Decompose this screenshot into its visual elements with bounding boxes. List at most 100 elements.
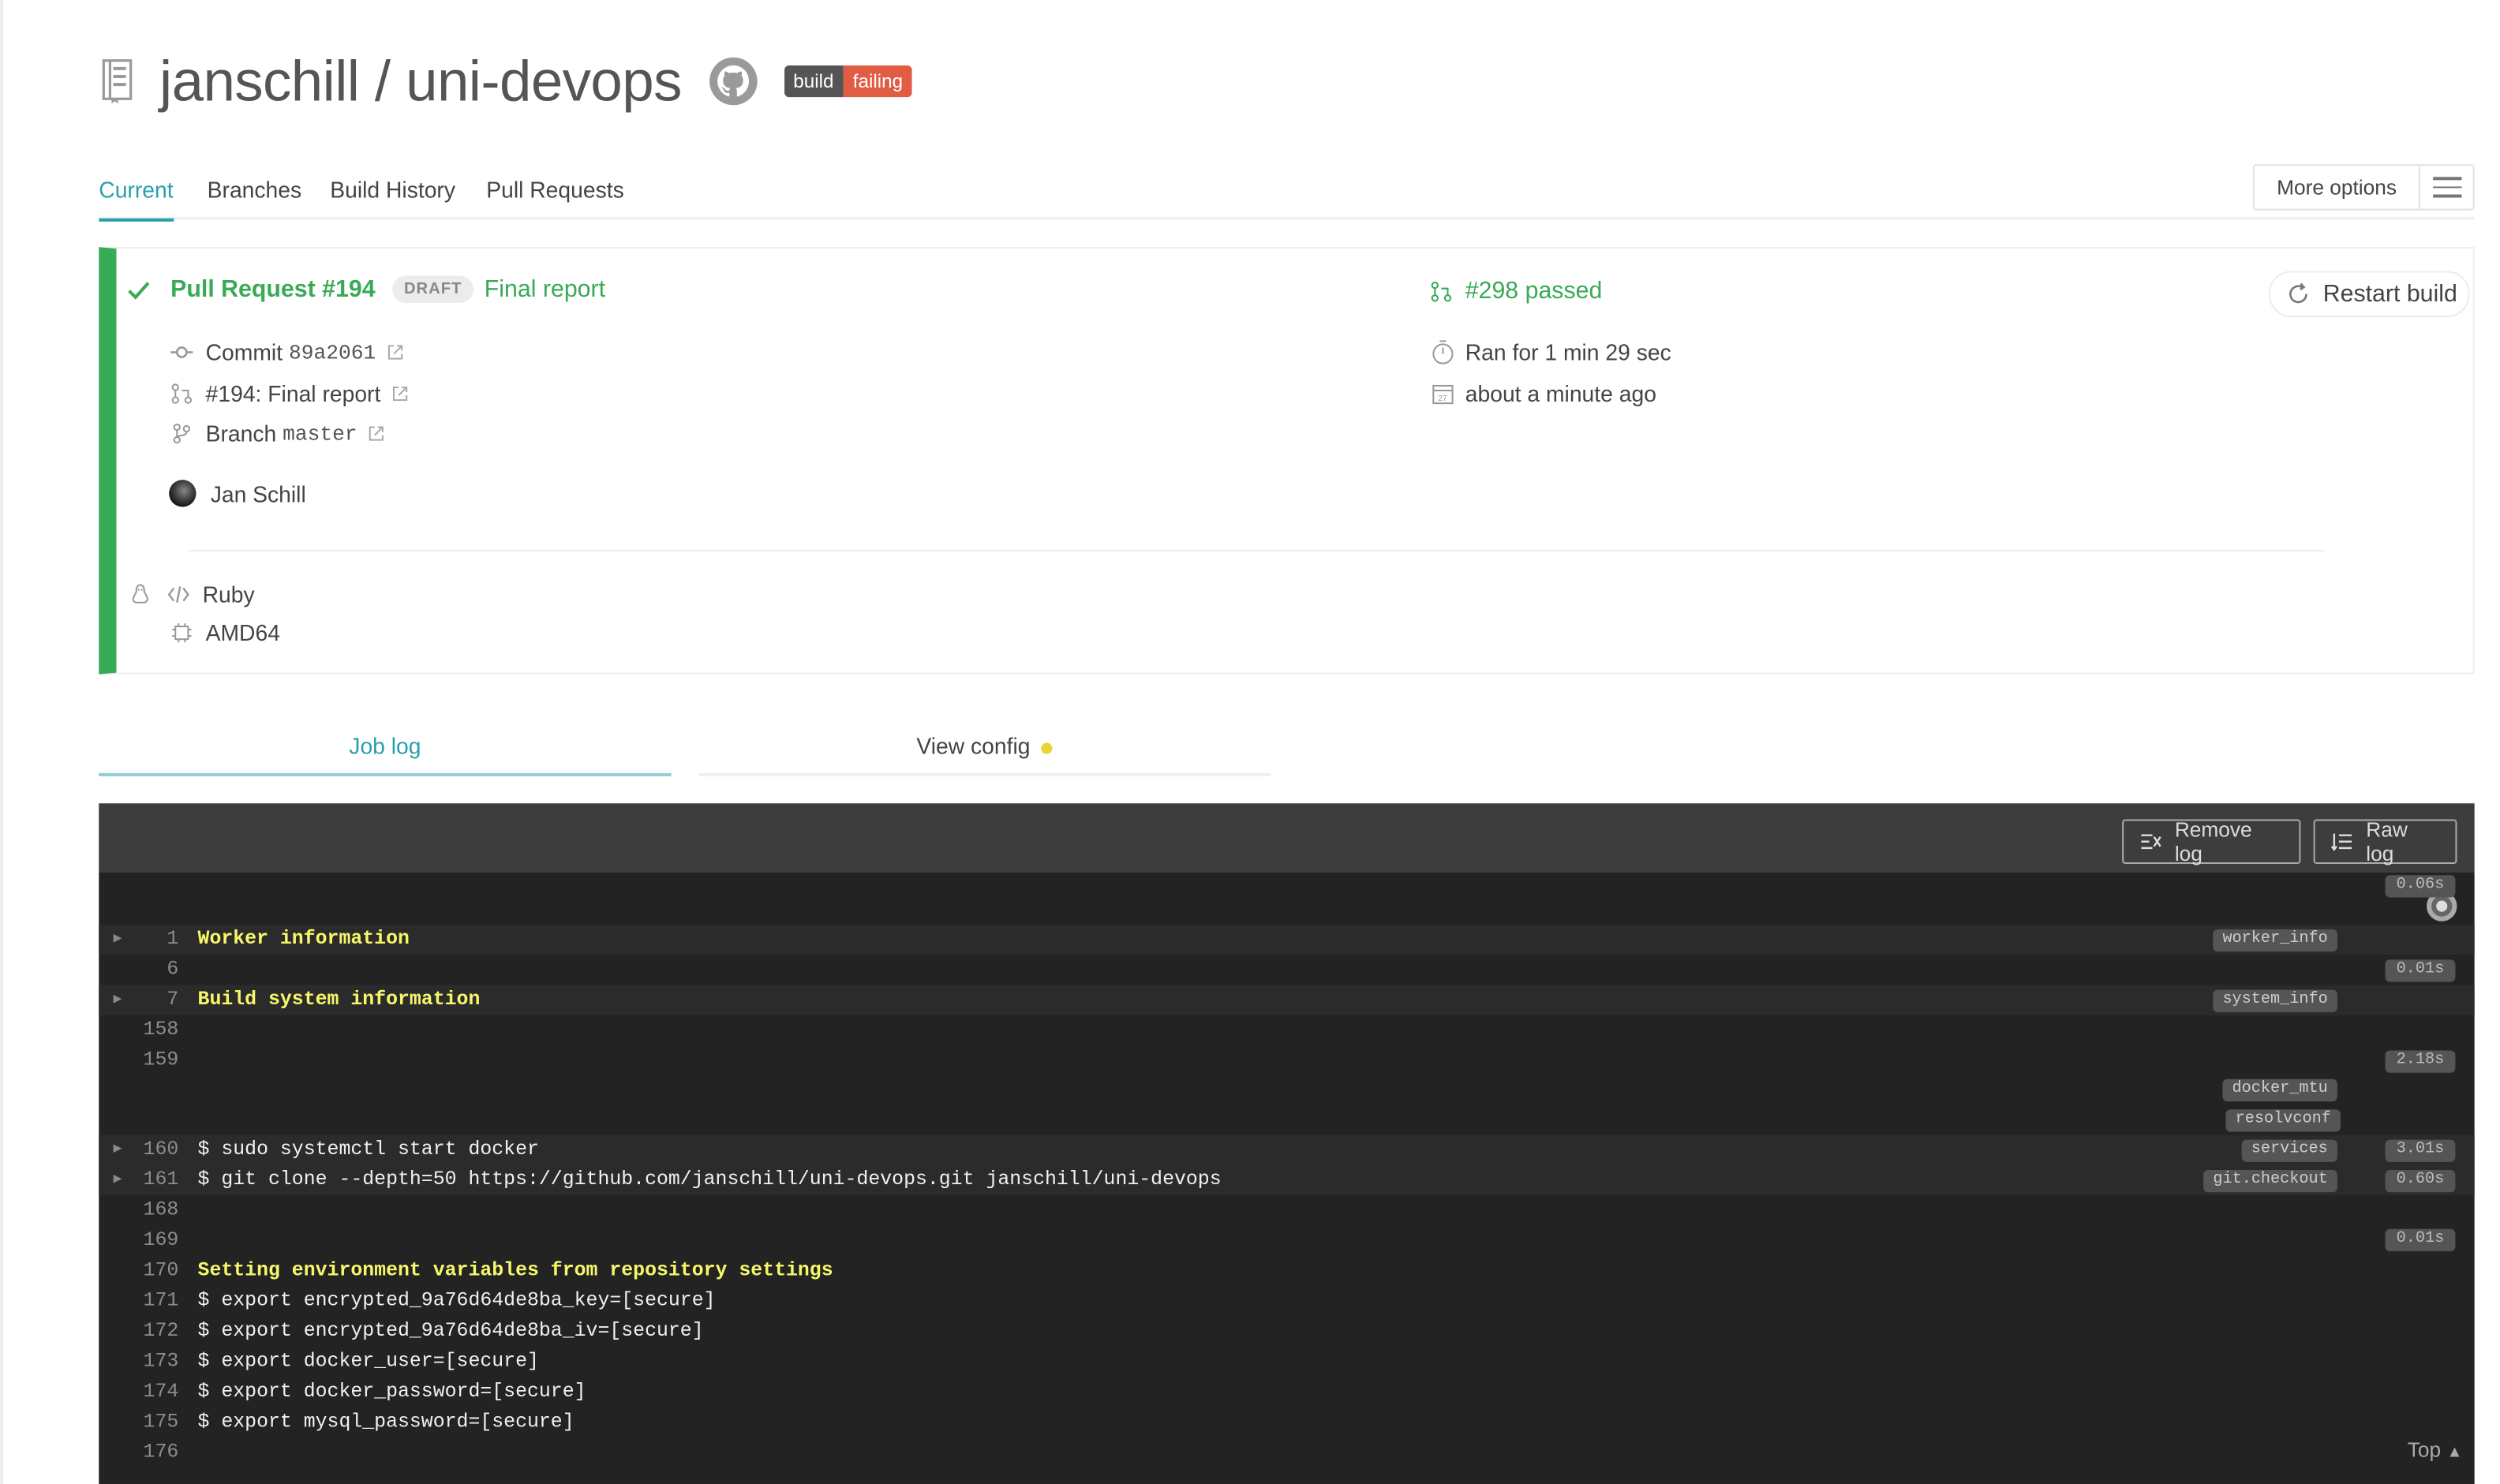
line-text: $ git clone --depth=50 https://github.co… [197,1168,1222,1191]
external-link-icon[interactable] [391,386,407,402]
pull-request-icon [1431,280,1452,301]
tab-branches[interactable]: Branches [208,177,302,219]
pull-request-icon [171,383,193,404]
line-number[interactable]: 1 [125,925,178,955]
duration-tag: 2.18s [2385,1050,2456,1073]
fold-tag: worker_info [2213,929,2337,952]
fold-arrow-icon: ▶ [113,991,122,1007]
code-icon [167,586,189,603]
line-number[interactable]: 175 [125,1407,179,1437]
repo-icon [102,59,133,104]
line-number[interactable]: 173 [125,1347,179,1377]
line-number[interactable]: 176 [125,1437,179,1467]
line-text: $ export docker_user=[secure] [197,1350,539,1373]
more-options-label: More options [2277,175,2397,200]
branch-label: Branch [205,421,277,447]
build-status-badge[interactable]: build failing [784,65,913,98]
more-options-button[interactable]: More options [2252,164,2475,211]
tab-view-config[interactable]: View config [698,717,1271,776]
line-number[interactable]: 161 [125,1165,179,1195]
line-text: $ export mysql_password=[secure] [197,1411,574,1434]
repo-tabs: Current Branches Build History Pull Requ… [99,166,2475,222]
scroll-top-button[interactable]: Top ▲ [2408,1437,2463,1461]
build-summary-card: Pull Request #194 DRAFT Final report Com… [99,247,2475,675]
fold-tag: git.checkout [2203,1169,2337,1193]
svg-text:27: 27 [1438,394,1447,403]
log-toolbar: Remove log Raw log [99,803,2475,873]
raw-log-icon [2330,833,2352,851]
log-line[interactable]: ▶ 160 $ sudo systemctl start docker [99,1134,2475,1165]
line-text: Worker information [197,927,410,951]
branch-row[interactable]: Branch master [170,421,384,447]
fold-arrow-icon: ▶ [113,1141,122,1157]
fold-arrow-icon: ▶ [113,930,122,948]
raw-log-button[interactable]: Raw log [2313,817,2457,866]
fold-tag: services [2241,1139,2337,1162]
pr-heading: Pull Request #194 DRAFT Final report [126,275,605,303]
branch-icon [173,423,191,444]
restart-build-button[interactable]: Restart build [2269,271,2470,318]
log-tabs: Job log View config [99,717,1271,781]
line-text: $ export encrypted_9a76d64de8ba_key=[sec… [197,1289,716,1312]
pr-ref-text[interactable]: #194: Final report [206,381,381,406]
log-line: 170 Setting environment variables from re… [99,1256,2474,1286]
log-line: 175 $ export mysql_password=[secure] [99,1407,2474,1437]
log-line: 176 [99,1437,2474,1467]
commit-label: Commit [205,339,283,365]
github-icon[interactable] [707,56,758,107]
tab-current[interactable]: Current [99,177,174,222]
hamburger-icon [2419,166,2472,209]
pr-title[interactable]: Final report [485,276,605,303]
log-line[interactable]: ▶ 7 Build system information [99,985,2475,1015]
line-number[interactable]: 170 [125,1256,179,1286]
stopwatch-icon [1432,340,1454,364]
log-line: 171 $ export encrypted_9a76d64de8ba_key=[… [99,1286,2474,1316]
line-text: $ export docker_password=[secure] [197,1380,586,1403]
line-text: $ export encrypted_9a76d64de8ba_iv=[secu… [197,1319,704,1343]
build-number-row[interactable]: #298 passed [1430,278,1602,305]
log-line: 169 [99,1226,2474,1256]
raw-log-label: Raw log [2366,817,2408,866]
duration-tag: 3.01s [2385,1139,2456,1162]
log-line: 6 [99,955,2474,985]
line-number[interactable]: 7 [125,985,178,1015]
line-number[interactable]: 158 [125,1015,179,1045]
external-link-icon[interactable] [387,344,402,360]
log-line: 158 [99,1015,2474,1045]
pr-link[interactable]: Pull Request #194 [170,276,375,303]
line-number[interactable]: 159 [125,1045,179,1075]
commit-sha[interactable]: 89a2061 [289,340,376,364]
badge-label: build [784,65,844,98]
finished-row: 27 about a minute ago [1430,381,1656,406]
tab-job-log[interactable]: Job log [99,717,672,776]
log-line: 168 [99,1195,2474,1225]
build-number[interactable]: #298 passed [1465,278,1603,305]
line-number[interactable]: 160 [125,1135,179,1165]
config-status-dot [1041,742,1053,754]
cpu-icon [172,622,192,643]
line-number[interactable]: 171 [125,1286,179,1316]
line-number[interactable]: 169 [125,1226,179,1256]
line-number[interactable]: 172 [125,1317,179,1347]
arch-row: AMD64 [170,620,280,645]
duration-text: Ran for 1 min 29 sec [1465,339,1671,365]
avatar [169,480,196,507]
line-number[interactable]: 174 [125,1377,179,1407]
log-line[interactable]: ▶ 161 $ git clone --depth=50 https://githu… [99,1164,2475,1196]
remove-log-button[interactable]: Remove log [2122,817,2301,865]
tab-build-history[interactable]: Build History [330,177,455,219]
check-icon [128,281,150,299]
branch-name[interactable]: master [283,421,357,445]
tab-pull-requests[interactable]: Pull Requests [486,177,624,219]
line-number[interactable]: 168 [125,1195,179,1225]
duration-tag: 0.06s [2385,875,2456,898]
pr-ref-row[interactable]: #194: Final report [170,381,408,406]
line-number[interactable]: 6 [125,955,178,985]
commit-row[interactable]: Commit 89a2061 [170,339,402,365]
divider [188,550,2325,552]
external-link-icon[interactable] [369,425,384,441]
duration-row: Ran for 1 min 29 sec [1430,339,1671,365]
log-line[interactable]: ▶ 1 Worker information [99,924,2475,955]
repo-title[interactable]: janschill / uni-devops [159,48,682,115]
fold-arrow-icon: ▶ [113,1171,122,1188]
